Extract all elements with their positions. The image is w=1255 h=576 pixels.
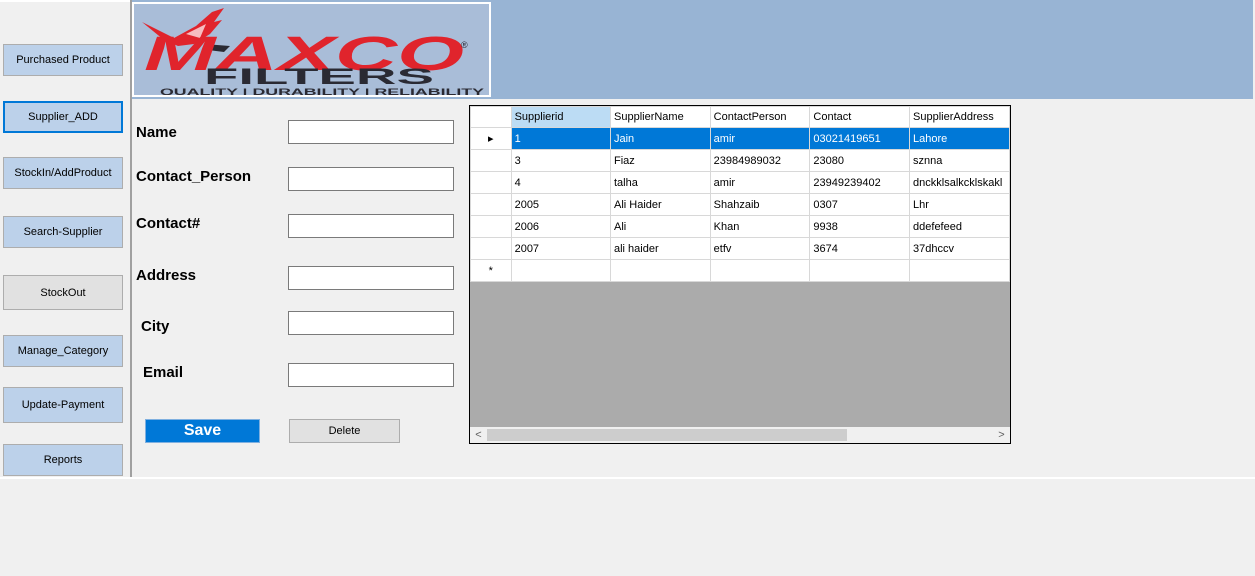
table-cell[interactable] [809, 259, 911, 282]
purchased-product-button[interactable]: Purchased Product [3, 44, 123, 76]
contact-label: Contact# [136, 215, 201, 232]
table-header-row: Supplierid SupplierName ContactPerson Co… [470, 106, 1010, 128]
reports-button[interactable]: Reports [3, 444, 123, 476]
table-cell[interactable]: Khan [709, 215, 811, 238]
table-cell[interactable]: 9938 [809, 215, 911, 238]
new-row-marker-icon[interactable]: * [470, 259, 512, 282]
logo-tagline: QUALITY | DURABILITY | RELIABILITY [160, 87, 484, 95]
row-header[interactable] [470, 237, 512, 260]
table-cell[interactable]: dnckklsalkcklskakl [909, 171, 1010, 194]
table-cell[interactable]: etfv [709, 237, 811, 260]
update-payment-button[interactable]: Update-Payment [3, 387, 123, 423]
contact-person-label: Contact_Person [136, 168, 252, 185]
row-header[interactable] [470, 171, 512, 194]
save-button[interactable]: Save [145, 419, 260, 443]
table-cell[interactable]: 23984989032 [709, 149, 811, 172]
row-header[interactable] [470, 215, 512, 238]
supplier-data-grid[interactable]: Supplierid SupplierName ContactPerson Co… [469, 105, 1011, 444]
table-cell[interactable]: Lahore [909, 127, 1010, 150]
contact-person-input[interactable] [288, 167, 454, 191]
horizontal-scrollbar[interactable]: < > [470, 427, 1010, 443]
table-cell[interactable]: 3674 [809, 237, 911, 260]
maxco-logo: MAXCO ® FILTERS QUALITY | DURABILITY | R… [132, 2, 491, 97]
table-row[interactable]: 3 Fiaz 23984989032 23080 sznna [470, 149, 1010, 172]
email-label: Email [143, 364, 184, 381]
table-cell[interactable]: 1 [510, 127, 612, 150]
address-label: Address [136, 267, 197, 284]
column-header-suppliername[interactable]: SupplierName [610, 106, 711, 128]
delete-button[interactable]: Delete [289, 419, 400, 443]
table-cell[interactable]: Ali Haider [610, 193, 711, 216]
table-row[interactable]: 2007 ali haider etfv 3674 37dhccv [470, 237, 1010, 260]
address-input[interactable] [288, 266, 454, 290]
table-cell[interactable]: 2005 [510, 193, 612, 216]
table-cell[interactable]: talha [610, 171, 711, 194]
name-label: Name [136, 124, 177, 141]
table-cell[interactable] [510, 259, 612, 282]
column-header-contactperson[interactable]: ContactPerson [709, 106, 811, 128]
table-cell[interactable]: 37dhccv [909, 237, 1010, 260]
table-cell[interactable]: Jain [610, 127, 711, 150]
table-row[interactable]: 2006 Ali Khan 9938 ddefefeed [470, 215, 1010, 238]
table-cell[interactable]: 2006 [510, 215, 612, 238]
table-row[interactable]: ▸ 1 Jain amir 03021419651 Lahore [470, 127, 1010, 150]
table-cell[interactable]: sznna [909, 149, 1010, 172]
table-cell[interactable]: 03021419651 [809, 127, 911, 150]
maxco-logo-graphic: MAXCO ® FILTERS QUALITY | DURABILITY | R… [142, 8, 484, 95]
row-header-corner[interactable] [470, 106, 512, 128]
name-input[interactable] [288, 120, 454, 144]
table-cell[interactable]: Shahzaib [709, 193, 811, 216]
table-cell[interactable]: 23080 [809, 149, 911, 172]
table-cell[interactable]: amir [709, 127, 811, 150]
city-label: City [141, 318, 170, 335]
current-row-indicator-icon[interactable]: ▸ [470, 127, 512, 150]
supplier-add-button[interactable]: Supplier_ADD [3, 101, 123, 133]
table-cell[interactable]: 3 [510, 149, 612, 172]
table-cell[interactable]: amir [709, 171, 811, 194]
stockout-button[interactable]: StockOut [3, 275, 123, 310]
scroll-left-icon[interactable]: < [470, 427, 487, 443]
new-row[interactable]: * [470, 259, 1010, 282]
table-cell[interactable]: 23949239402 [809, 171, 911, 194]
table-cell[interactable] [709, 259, 811, 282]
table-cell[interactable]: 4 [510, 171, 612, 194]
table-cell[interactable] [909, 259, 1010, 282]
stockin-addproduct-button[interactable]: StockIn/AddProduct [3, 157, 123, 189]
contact-input[interactable] [288, 214, 454, 238]
search-supplier-button[interactable]: Search-Supplier [3, 216, 123, 248]
table-row[interactable]: 2005 Ali Haider Shahzaib 0307 Lhr [470, 193, 1010, 216]
table-cell[interactable]: 2007 [510, 237, 612, 260]
scrollbar-thumb[interactable] [487, 429, 847, 441]
content-bottom-border [0, 477, 1255, 479]
column-header-contact[interactable]: Contact [809, 106, 911, 128]
row-header[interactable] [470, 193, 512, 216]
supplier-table: Supplierid SupplierName ContactPerson Co… [470, 106, 1010, 282]
column-header-supplierid[interactable]: Supplierid [510, 106, 612, 128]
table-row[interactable]: 4 talha amir 23949239402 dnckklsalkcklsk… [470, 171, 1010, 194]
content-left-border [130, 0, 132, 478]
email-input[interactable] [288, 363, 454, 387]
logo-sub-text: FILTERS [204, 64, 434, 89]
table-cell[interactable]: Lhr [909, 193, 1010, 216]
table-cell[interactable]: Ali [610, 215, 711, 238]
table-cell[interactable] [610, 259, 711, 282]
table-cell[interactable]: Fiaz [610, 149, 711, 172]
logo-registered-mark: ® [461, 40, 468, 50]
scroll-right-icon[interactable]: > [993, 427, 1010, 443]
table-cell[interactable]: ddefefeed [909, 215, 1010, 238]
column-header-supplieraddress[interactable]: SupplierAddress [909, 106, 1010, 128]
row-header[interactable] [470, 149, 512, 172]
manage-category-button[interactable]: Manage_Category [3, 335, 123, 367]
table-cell[interactable]: ali haider [610, 237, 711, 260]
table-cell[interactable]: 0307 [809, 193, 911, 216]
city-input[interactable] [288, 311, 454, 335]
